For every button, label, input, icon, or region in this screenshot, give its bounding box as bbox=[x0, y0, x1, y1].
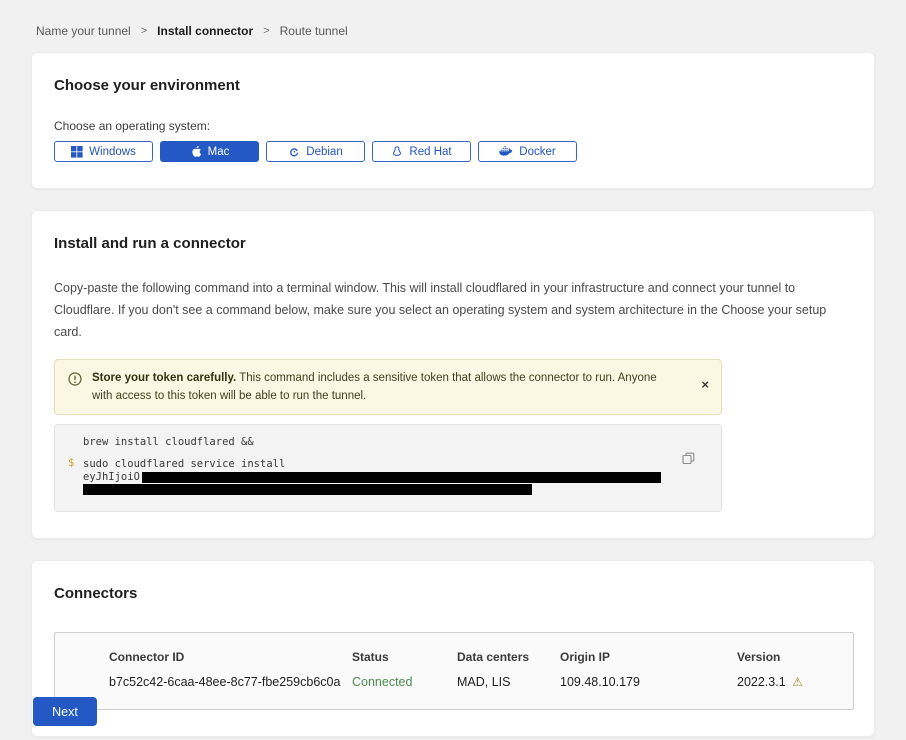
os-button-label: Windows bbox=[89, 146, 136, 158]
close-icon[interactable]: × bbox=[701, 378, 709, 391]
os-select-label: Choose an operating system: bbox=[54, 119, 852, 133]
connectors-card-title: Connectors bbox=[54, 585, 852, 602]
token-line: eyJhIjoiO bbox=[83, 471, 661, 483]
install-card-title: Install and run a connector bbox=[54, 235, 852, 252]
apple-logo-icon bbox=[190, 145, 202, 158]
tunnel-setup-page: Name your tunnel > Install connector > R… bbox=[0, 0, 906, 740]
breadcrumb-separator: > bbox=[263, 25, 269, 37]
redaction-bar bbox=[83, 484, 532, 495]
status-badge: Connected bbox=[352, 675, 457, 689]
redaction-bar bbox=[142, 472, 661, 483]
column-header-origin-ip: Origin IP bbox=[560, 650, 737, 675]
windows-logo-icon bbox=[71, 146, 83, 158]
environment-card-title: Choose your environment bbox=[54, 77, 852, 94]
install-card-description: Copy-paste the following command into a … bbox=[54, 278, 852, 344]
connector-id-value: b7c52c42-6caa-48ee-8c77-fbe259cb6c0a bbox=[109, 675, 352, 689]
table-row: b7c52c42-6caa-48ee-8c77-fbe259cb6c0a Con… bbox=[109, 675, 853, 689]
column-header-version: Version bbox=[737, 650, 853, 675]
version-number: 2022.3.1 bbox=[737, 675, 786, 689]
alert-circle-icon bbox=[68, 372, 82, 391]
warning-icon: ⚠ bbox=[792, 675, 803, 689]
os-button-redhat[interactable]: Red Hat bbox=[372, 141, 471, 162]
os-button-group: Windows Mac Debian Red Hat bbox=[54, 141, 852, 162]
next-button[interactable]: Next bbox=[33, 697, 97, 726]
breadcrumb: Name your tunnel > Install connector > R… bbox=[0, 0, 906, 38]
choose-environment-card: Choose your environment Choose an operat… bbox=[31, 52, 875, 189]
connectors-table: Connector ID Status Data centers Origin … bbox=[54, 632, 854, 710]
breadcrumb-name-your-tunnel[interactable]: Name your tunnel bbox=[36, 24, 131, 38]
os-button-label: Mac bbox=[208, 146, 230, 158]
install-connector-card: Install and run a connector Copy-paste t… bbox=[31, 210, 875, 539]
os-button-docker[interactable]: Docker bbox=[478, 141, 577, 162]
data-centers-value: MAD, LIS bbox=[457, 675, 560, 689]
token-warning-banner: Store your token carefully. This command… bbox=[54, 359, 722, 416]
os-button-windows[interactable]: Windows bbox=[54, 141, 153, 162]
copy-icon[interactable] bbox=[682, 452, 695, 468]
connectors-header-row: Connector ID Status Data centers Origin … bbox=[109, 650, 853, 675]
token-warning-text: Store your token carefully. This command… bbox=[92, 369, 701, 406]
redhat-logo-icon bbox=[391, 145, 403, 158]
docker-logo-icon bbox=[499, 146, 513, 157]
column-header-status: Status bbox=[352, 650, 457, 675]
connectors-card: Connectors Connector ID Status Data cent… bbox=[31, 560, 875, 737]
os-button-label: Docker bbox=[519, 146, 555, 158]
os-button-debian[interactable]: Debian bbox=[266, 141, 365, 162]
os-button-label: Debian bbox=[306, 146, 342, 158]
install-command-code-block[interactable]: $ brew install cloudflared && sudo cloud… bbox=[54, 424, 722, 512]
terminal-prompt: $ bbox=[68, 457, 74, 469]
column-header-connector-id: Connector ID bbox=[109, 650, 352, 675]
token-warning-title: Store your token carefully. bbox=[92, 372, 236, 384]
breadcrumb-install-connector[interactable]: Install connector bbox=[157, 24, 253, 38]
os-button-label: Red Hat bbox=[409, 146, 451, 158]
debian-logo-icon bbox=[288, 146, 300, 158]
command-line-2: sudo cloudflared service install bbox=[83, 458, 661, 470]
command-line-1: brew install cloudflared && bbox=[83, 436, 661, 448]
token-prefix: eyJhIjoiO bbox=[83, 471, 140, 483]
os-button-mac[interactable]: Mac bbox=[160, 141, 259, 162]
column-header-data-centers: Data centers bbox=[457, 650, 560, 675]
breadcrumb-route-tunnel[interactable]: Route tunnel bbox=[280, 24, 348, 38]
breadcrumb-separator: > bbox=[141, 25, 147, 37]
version-value: 2022.3.1 ⚠ bbox=[737, 675, 853, 689]
origin-ip-value: 109.48.10.179 bbox=[560, 675, 737, 689]
